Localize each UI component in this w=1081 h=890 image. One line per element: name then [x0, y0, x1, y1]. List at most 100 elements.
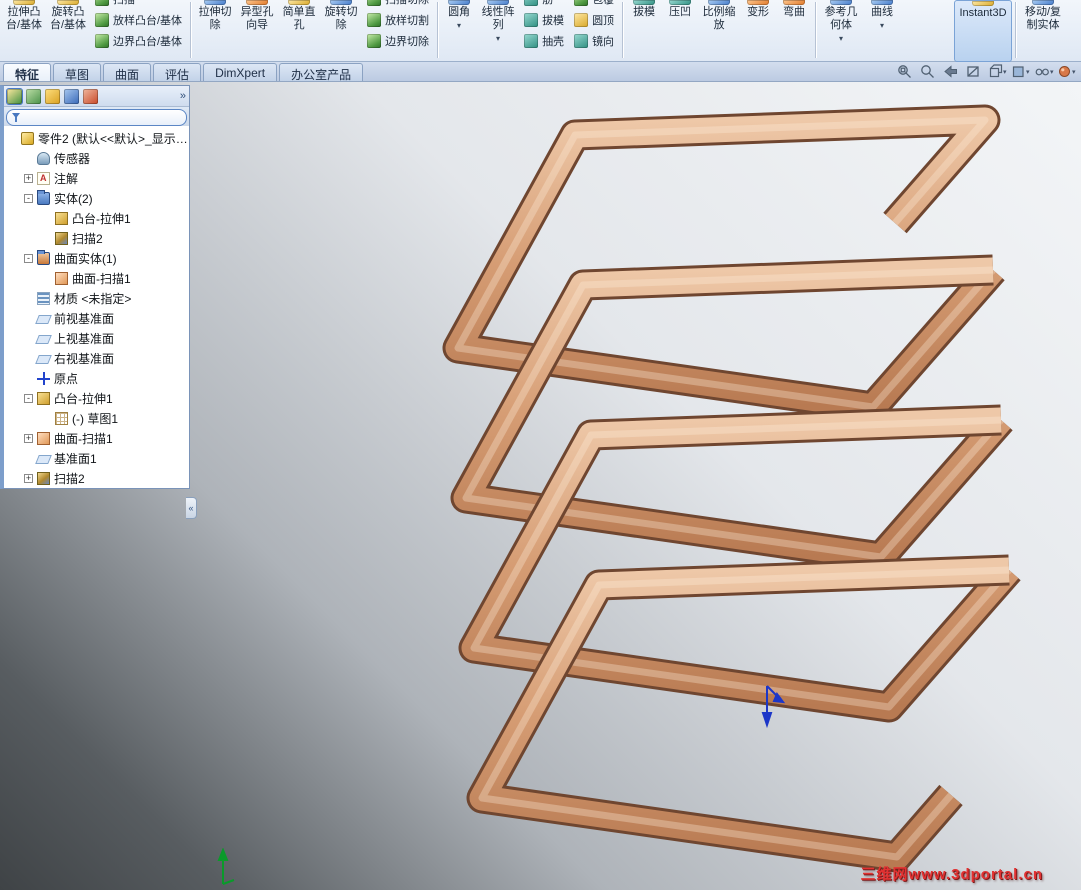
propertymanager-tab-icon[interactable]	[26, 88, 41, 104]
expand-toggle[interactable]: +	[24, 173, 33, 183]
tree-item-front-plane[interactable]: 前视基准面	[4, 308, 189, 328]
tree-item-sketch1[interactable]: (-) 草图1	[4, 408, 189, 428]
tree-item-surface-bodies[interactable]: - 曲面实体(1)	[4, 248, 189, 268]
zoom-to-area-icon[interactable]	[919, 63, 939, 80]
tree-item-sweep2[interactable]: + 扫描2	[4, 468, 189, 488]
tree-item-right-plane[interactable]: 右视基准面	[4, 348, 189, 368]
mirror-button[interactable]: 镜向	[569, 30, 619, 51]
displaymanager-tab-icon[interactable]	[83, 88, 98, 104]
expand-toggle[interactable]: -	[24, 253, 33, 263]
group-separator	[437, 2, 439, 58]
zoom-to-fit-icon[interactable]	[896, 63, 916, 80]
filter-funnel-icon	[12, 113, 20, 122]
expand-toggle[interactable]: +	[24, 433, 33, 443]
lofted-boss-button[interactable]: 放样凸台/基体	[90, 9, 187, 30]
boss-stack: 扫描 放样凸台/基体 边界凸台/基体	[90, 0, 187, 62]
flex-button[interactable]: 弯曲	[776, 0, 812, 62]
indent-button[interactable]: 压凹	[662, 0, 698, 62]
reference-geometry-dropdown-caret[interactable]	[819, 33, 863, 43]
previous-view-icon[interactable]	[942, 63, 962, 80]
tree-item-surface-sweep1-body[interactable]: 曲面-扫描1	[4, 268, 189, 288]
revolved-boss-button[interactable]: 旋转凸 台/基体	[46, 0, 90, 62]
reference-geometry-button[interactable]: 参考几 何体	[819, 0, 863, 62]
deform-group: 拔模 压凹 比例缩 放 变形 弯曲	[626, 0, 812, 62]
boss-extrude-icon	[55, 211, 68, 225]
view-orientation-icon[interactable]	[988, 63, 1008, 80]
shell-button[interactable]: 抽壳	[519, 30, 569, 51]
tab-surfaces[interactable]: 曲面	[103, 63, 152, 82]
swept-cut-icon	[367, 0, 382, 6]
fillet-button[interactable]: 圆角	[441, 0, 477, 62]
surface-sweep-icon	[37, 431, 50, 445]
hole-wizard-button[interactable]: 异型孔 向导	[236, 0, 278, 62]
tree-item-label: 材质 <未指定>	[54, 291, 132, 306]
tree-item-plane1[interactable]: 基准面1	[4, 448, 189, 468]
boundary-cut-button[interactable]: 边界切除	[362, 30, 434, 51]
swept-cut-button[interactable]: 扫描切除	[362, 0, 434, 9]
tree-item-annotations[interactable]: + 注解	[4, 168, 189, 188]
expand-toggle[interactable]: +	[24, 473, 33, 483]
filter-input[interactable]	[23, 111, 181, 124]
dimxpertmanager-tab-icon[interactable]	[64, 88, 79, 104]
expand-toggle[interactable]: -	[24, 393, 33, 403]
tab-sketch[interactable]: 草图	[53, 63, 102, 82]
tab-evaluate[interactable]: 评估	[153, 63, 202, 82]
scale-button[interactable]: 比例缩 放	[698, 0, 740, 62]
mirror-label: 镜向	[592, 35, 615, 48]
linear-pattern-dropdown-caret[interactable]	[477, 33, 519, 43]
revolved-cut-icon	[330, 0, 353, 5]
tree-item-material[interactable]: 材质 <未指定>	[4, 288, 189, 308]
group-separator	[1015, 2, 1016, 58]
tree-item-surface-sweep1[interactable]: + 曲面-扫描1	[4, 428, 189, 448]
tab-office-products[interactable]: 办公室产品	[279, 63, 364, 82]
boundary-boss-button[interactable]: 边界凸台/基体	[90, 30, 187, 51]
curves-button[interactable]: 曲线	[863, 0, 901, 62]
tab-dimxpert[interactable]: DimXpert	[203, 63, 278, 81]
rib-button[interactable]: 筋	[519, 0, 569, 9]
swept-boss-button[interactable]: 扫描	[90, 0, 187, 9]
tree-item-solid-bodies[interactable]: - 实体(2)	[4, 188, 189, 208]
expand-toggle[interactable]: -	[24, 193, 33, 203]
dome-button[interactable]: 圆顶	[569, 9, 619, 30]
draft-big-button[interactable]: 拔模	[626, 0, 662, 62]
tree-item-part2[interactable]: 零件2 (默认<<默认>_显示状态	[4, 128, 189, 148]
section-view-icon[interactable]	[965, 63, 985, 80]
draft-button[interactable]: 拔模	[519, 9, 569, 30]
extruded-cut-button[interactable]: 拉伸切 除	[194, 0, 236, 62]
wrap-button[interactable]: 包覆	[569, 0, 619, 9]
fillet-dropdown-caret[interactable]	[441, 20, 477, 30]
deform-button[interactable]: 变形	[740, 0, 776, 62]
boundary-boss-label: 边界凸台/基体	[113, 35, 183, 48]
move-copy-bodies-icon	[1032, 0, 1054, 5]
tree-item-label: 零件2 (默认<<默认>_显示状态	[38, 131, 189, 146]
coil-spring-model[interactable]	[190, 85, 1081, 890]
tree-item-top-plane[interactable]: 上视基准面	[4, 328, 189, 348]
tree-item-origin[interactable]: 原点	[4, 368, 189, 388]
plane-icon	[35, 454, 52, 464]
instant3d-toggle[interactable]: Instant3D	[954, 0, 1012, 62]
tree-item-sweep2-body[interactable]: 扫描2	[4, 228, 189, 248]
surface-bodies-folder-icon	[37, 249, 50, 265]
panel-overflow-chevron[interactable]: »	[180, 90, 186, 102]
tree-item-boss-extrude1[interactable]: - 凸台-拉伸1	[4, 388, 189, 408]
move-copy-bodies-button[interactable]: 移动/复 制实体	[1019, 0, 1067, 62]
display-style-icon[interactable]	[1011, 63, 1031, 80]
revolved-cut-button[interactable]: 旋转切 除	[320, 0, 362, 62]
lofted-cut-button[interactable]: 放样切割	[362, 9, 434, 30]
plane-icon	[35, 314, 52, 324]
linear-pattern-button[interactable]: 线性阵 列	[477, 0, 519, 62]
tree-item-sensors[interactable]: 传感器	[4, 148, 189, 168]
fillet-icon	[448, 0, 471, 5]
curves-dropdown-caret[interactable]	[863, 20, 901, 30]
tree-item-boss-extrude1-body[interactable]: 凸台-拉伸1	[4, 208, 189, 228]
panel-splitter-handle[interactable]	[186, 497, 197, 519]
extruded-boss-button[interactable]: 拉伸凸 台/基体	[2, 0, 46, 62]
tab-features[interactable]: 特征	[3, 63, 52, 82]
hide-show-items-icon[interactable]	[1034, 63, 1054, 80]
simple-hole-button[interactable]: 简单直 孔	[278, 0, 320, 62]
scale-icon	[708, 0, 731, 5]
configurationmanager-tab-icon[interactable]	[45, 88, 60, 104]
featuremanager-tab-icon[interactable]	[6, 87, 23, 105]
sensors-icon	[37, 151, 50, 165]
edit-appearance-icon[interactable]	[1057, 63, 1077, 80]
